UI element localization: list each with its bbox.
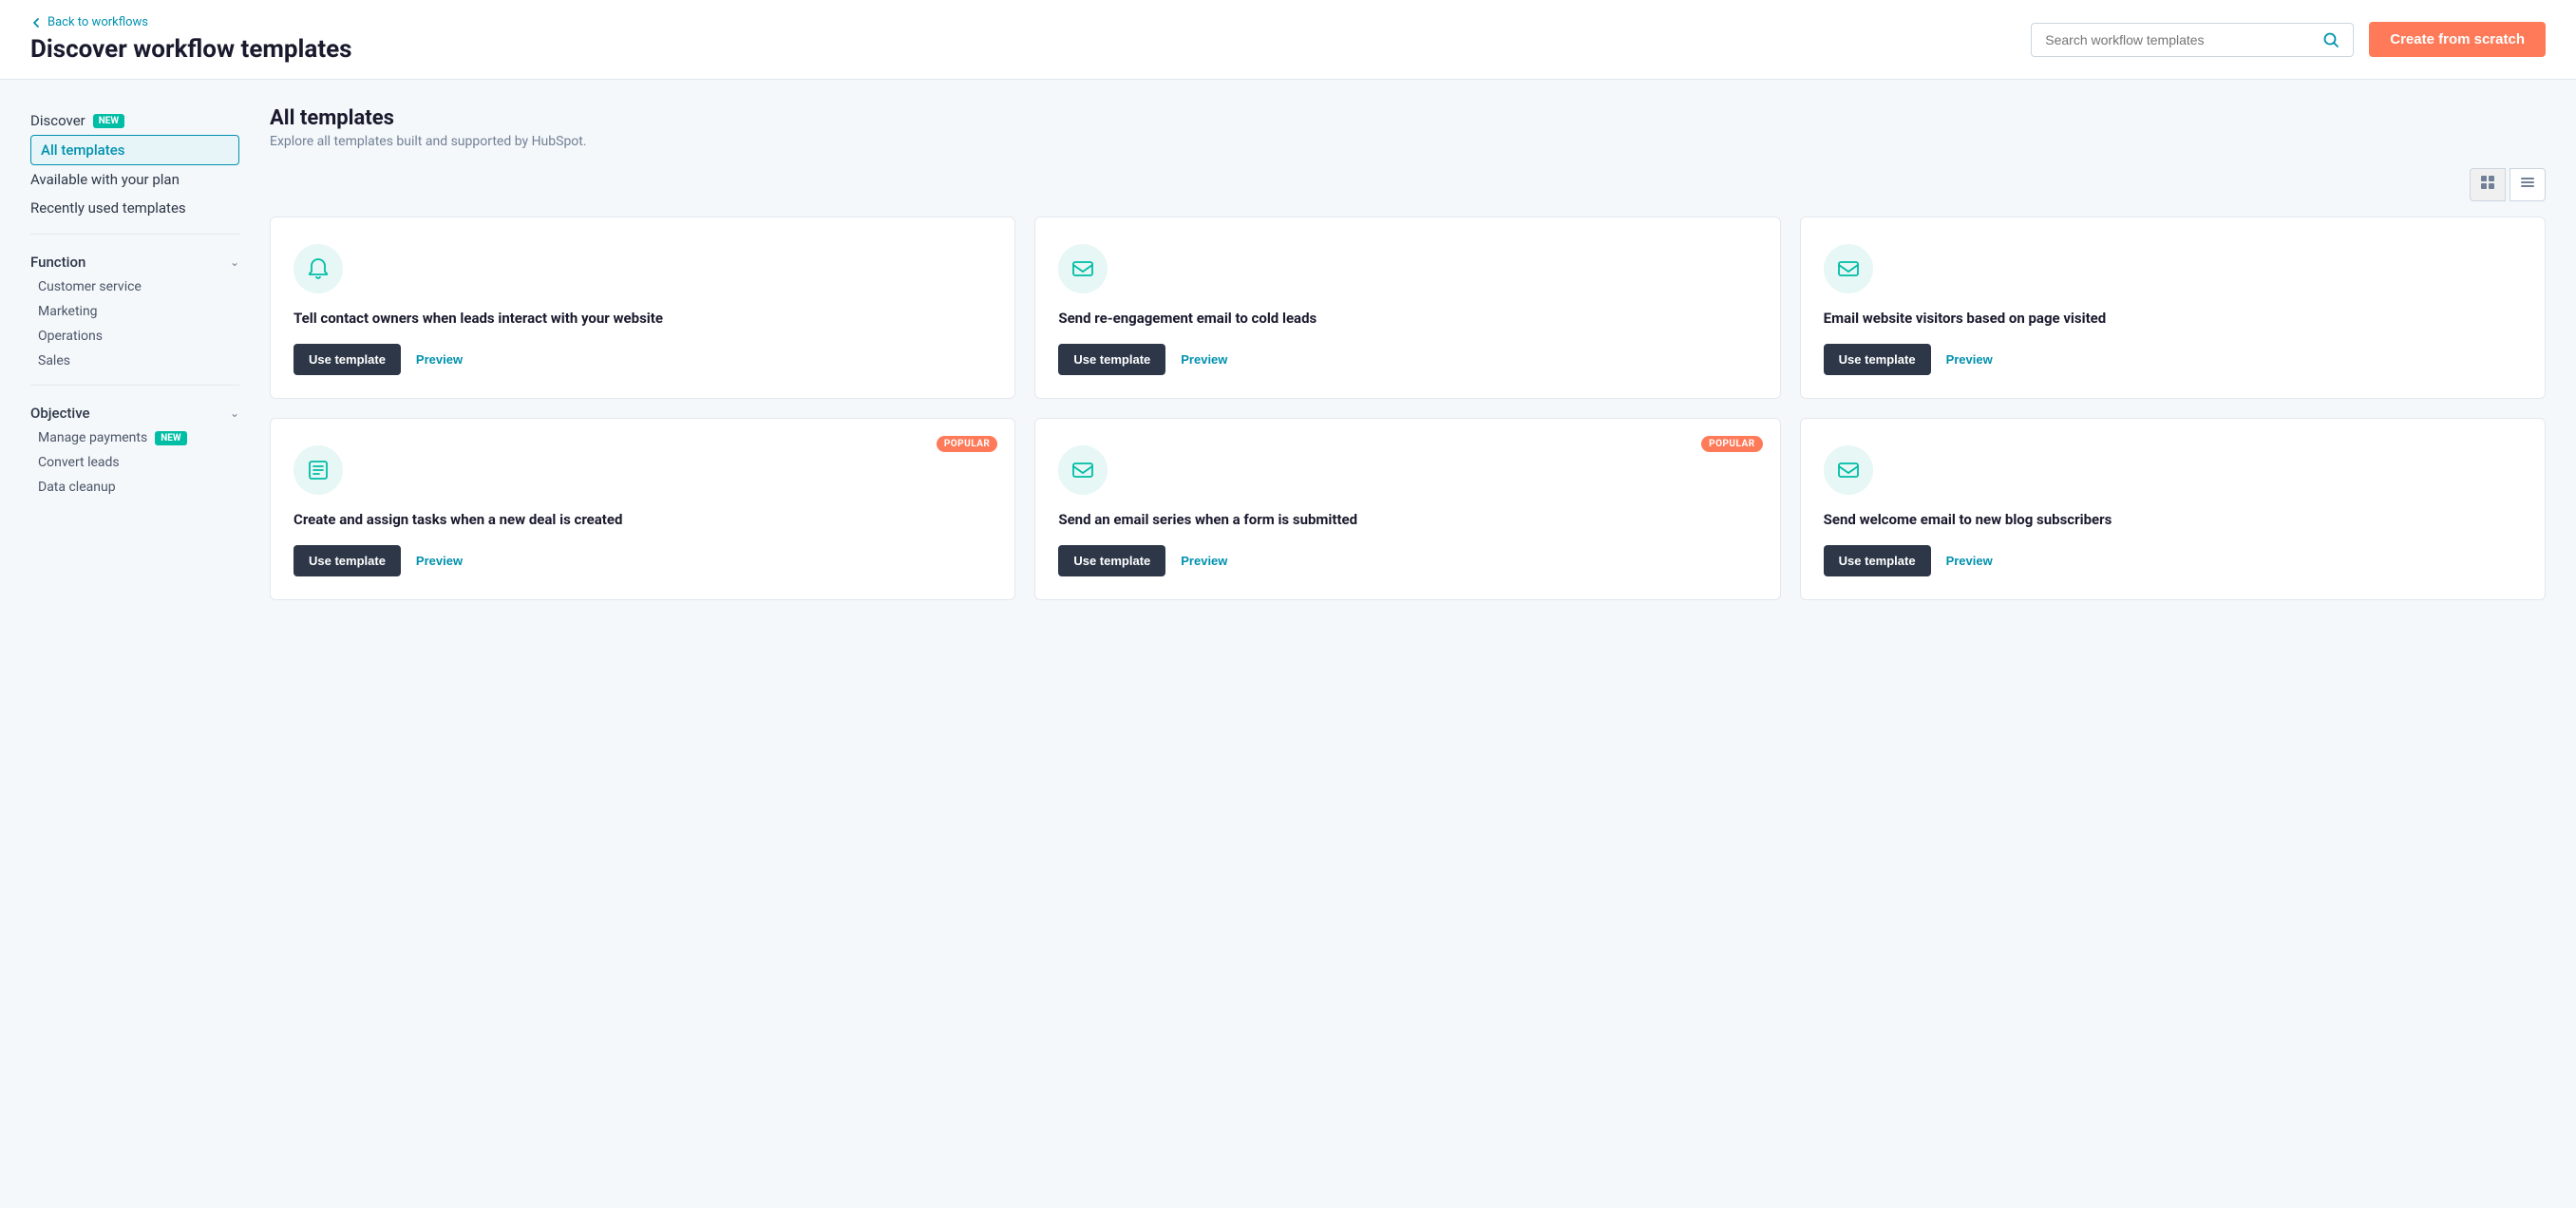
template-actions-5: Use template Preview xyxy=(1058,545,1756,576)
sidebar-operations-label: Operations xyxy=(38,329,103,344)
use-template-button-6[interactable]: Use template xyxy=(1824,545,1931,576)
template-title-5: Send an email series when a form is subm… xyxy=(1058,510,1756,530)
template-card-6: Send welcome email to new blog subscribe… xyxy=(1800,418,2546,600)
use-template-button-3[interactable]: Use template xyxy=(1824,344,1931,375)
template-icon-circle-5 xyxy=(1058,445,1108,495)
template-card-4: POPULAR Create and assign tasks when a n… xyxy=(270,418,1015,600)
sidebar-divider-2 xyxy=(30,385,239,386)
template-actions-6: Use template Preview xyxy=(1824,545,2522,576)
content-area: All templates Explore all templates buil… xyxy=(270,106,2546,600)
sidebar-data-cleanup-label: Data cleanup xyxy=(38,480,116,495)
template-card-3: Email website visitors based on page vis… xyxy=(1800,217,2546,399)
use-template-button-2[interactable]: Use template xyxy=(1058,344,1165,375)
sidebar-objective-header[interactable]: Objective ⌄ xyxy=(30,397,239,425)
page-title: Discover workflow templates xyxy=(30,35,352,64)
sidebar-item-convert-leads[interactable]: Convert leads xyxy=(30,450,239,475)
search-icon xyxy=(2322,31,2339,48)
sidebar-item-discover[interactable]: Discover NEW xyxy=(30,106,239,135)
sidebar-convert-leads-label: Convert leads xyxy=(38,455,120,470)
content-subtitle: Explore all templates built and supporte… xyxy=(270,134,2546,149)
template-actions-1: Use template Preview xyxy=(294,344,992,375)
list-icon xyxy=(2520,175,2535,190)
sidebar-customer-service-label: Customer service xyxy=(38,279,142,294)
chevron-down-icon: ⌄ xyxy=(230,255,239,269)
sidebar-item-manage-payments[interactable]: Manage payments NEW xyxy=(30,425,239,450)
template-actions-2: Use template Preview xyxy=(1058,344,1756,375)
template-icon-circle-6 xyxy=(1824,445,1873,495)
list-view-button[interactable] xyxy=(2510,168,2546,201)
template-icon-circle-1 xyxy=(294,244,343,293)
preview-button-5[interactable]: Preview xyxy=(1181,554,1227,568)
header-left: Back to workflows Discover workflow temp… xyxy=(30,15,352,64)
use-template-button-1[interactable]: Use template xyxy=(294,344,401,375)
template-icon-circle-3 xyxy=(1824,244,1873,293)
use-template-button-5[interactable]: Use template xyxy=(1058,545,1165,576)
back-link[interactable]: Back to workflows xyxy=(30,15,352,29)
header-right: Create from scratch xyxy=(2031,22,2546,57)
template-card-5: POPULAR Send an email series when a form… xyxy=(1034,418,1780,600)
search-input[interactable] xyxy=(2045,32,2315,47)
preview-button-1[interactable]: Preview xyxy=(416,352,463,367)
sidebar-item-sales[interactable]: Sales xyxy=(30,349,239,373)
sidebar-item-recently-used[interactable]: Recently used templates xyxy=(30,194,239,222)
preview-button-3[interactable]: Preview xyxy=(1946,352,1993,367)
template-title-6: Send welcome email to new blog subscribe… xyxy=(1824,510,2522,530)
sidebar-manage-payments-label: Manage payments xyxy=(38,430,147,445)
grid-icon xyxy=(2480,175,2495,190)
sidebar-item-all-templates[interactable]: All templates xyxy=(30,135,239,165)
sidebar-item-data-cleanup[interactable]: Data cleanup xyxy=(30,475,239,500)
sidebar-item-operations[interactable]: Operations xyxy=(30,324,239,349)
sidebar-item-available-plan[interactable]: Available with your plan xyxy=(30,165,239,194)
template-card-2: Send re-engagement email to cold leads U… xyxy=(1034,217,1780,399)
grid-view-button[interactable] xyxy=(2470,168,2506,201)
template-icon-circle-2 xyxy=(1058,244,1108,293)
sidebar-function-header[interactable]: Function ⌄ xyxy=(30,246,239,274)
preview-button-6[interactable]: Preview xyxy=(1946,554,1993,568)
preview-button-4[interactable]: Preview xyxy=(416,554,463,568)
template-card-1: Tell contact owners when leads interact … xyxy=(270,217,1015,399)
popular-badge: POPULAR xyxy=(937,436,998,452)
sidebar-item-marketing[interactable]: Marketing xyxy=(30,299,239,324)
search-box xyxy=(2031,23,2354,57)
sidebar-sales-label: Sales xyxy=(38,353,70,368)
content-title: All templates xyxy=(270,106,2546,130)
content-header: All templates Explore all templates buil… xyxy=(270,106,2546,149)
sidebar-discover-label: Discover xyxy=(30,112,85,129)
sidebar-divider-1 xyxy=(30,234,239,235)
popular-badge: POPULAR xyxy=(1701,436,1763,452)
template-icon-circle-4 xyxy=(294,445,343,495)
page-header: Back to workflows Discover workflow temp… xyxy=(0,0,2576,80)
template-actions-3: Use template Preview xyxy=(1824,344,2522,375)
view-controls xyxy=(270,168,2546,201)
sidebar: Discover NEW All templates Available wit… xyxy=(30,106,239,600)
sidebar-available-plan-label: Available with your plan xyxy=(30,171,180,188)
sidebar-manage-payments-badge: NEW xyxy=(155,431,186,445)
chevron-left-icon xyxy=(30,17,42,28)
use-template-button-4[interactable]: Use template xyxy=(294,545,401,576)
sidebar-function-label: Function xyxy=(30,254,85,271)
back-label: Back to workflows xyxy=(47,15,148,29)
sidebar-marketing-label: Marketing xyxy=(38,304,98,319)
template-title-4: Create and assign tasks when a new deal … xyxy=(294,510,992,530)
preview-button-2[interactable]: Preview xyxy=(1181,352,1227,367)
main-container: Discover NEW All templates Available wit… xyxy=(0,80,2576,627)
sidebar-discover-badge: NEW xyxy=(93,114,124,128)
create-from-scratch-button[interactable]: Create from scratch xyxy=(2369,22,2546,57)
sidebar-all-templates-label: All templates xyxy=(41,142,125,159)
sidebar-recently-used-label: Recently used templates xyxy=(30,199,186,217)
template-actions-4: Use template Preview xyxy=(294,545,992,576)
template-title-1: Tell contact owners when leads interact … xyxy=(294,309,992,329)
templates-grid: Tell contact owners when leads interact … xyxy=(270,217,2546,600)
template-title-2: Send re-engagement email to cold leads xyxy=(1058,309,1756,329)
template-title-3: Email website visitors based on page vis… xyxy=(1824,309,2522,329)
sidebar-item-customer-service[interactable]: Customer service xyxy=(30,274,239,299)
sidebar-objective-label: Objective xyxy=(30,405,90,422)
chevron-down-icon-2: ⌄ xyxy=(230,406,239,420)
